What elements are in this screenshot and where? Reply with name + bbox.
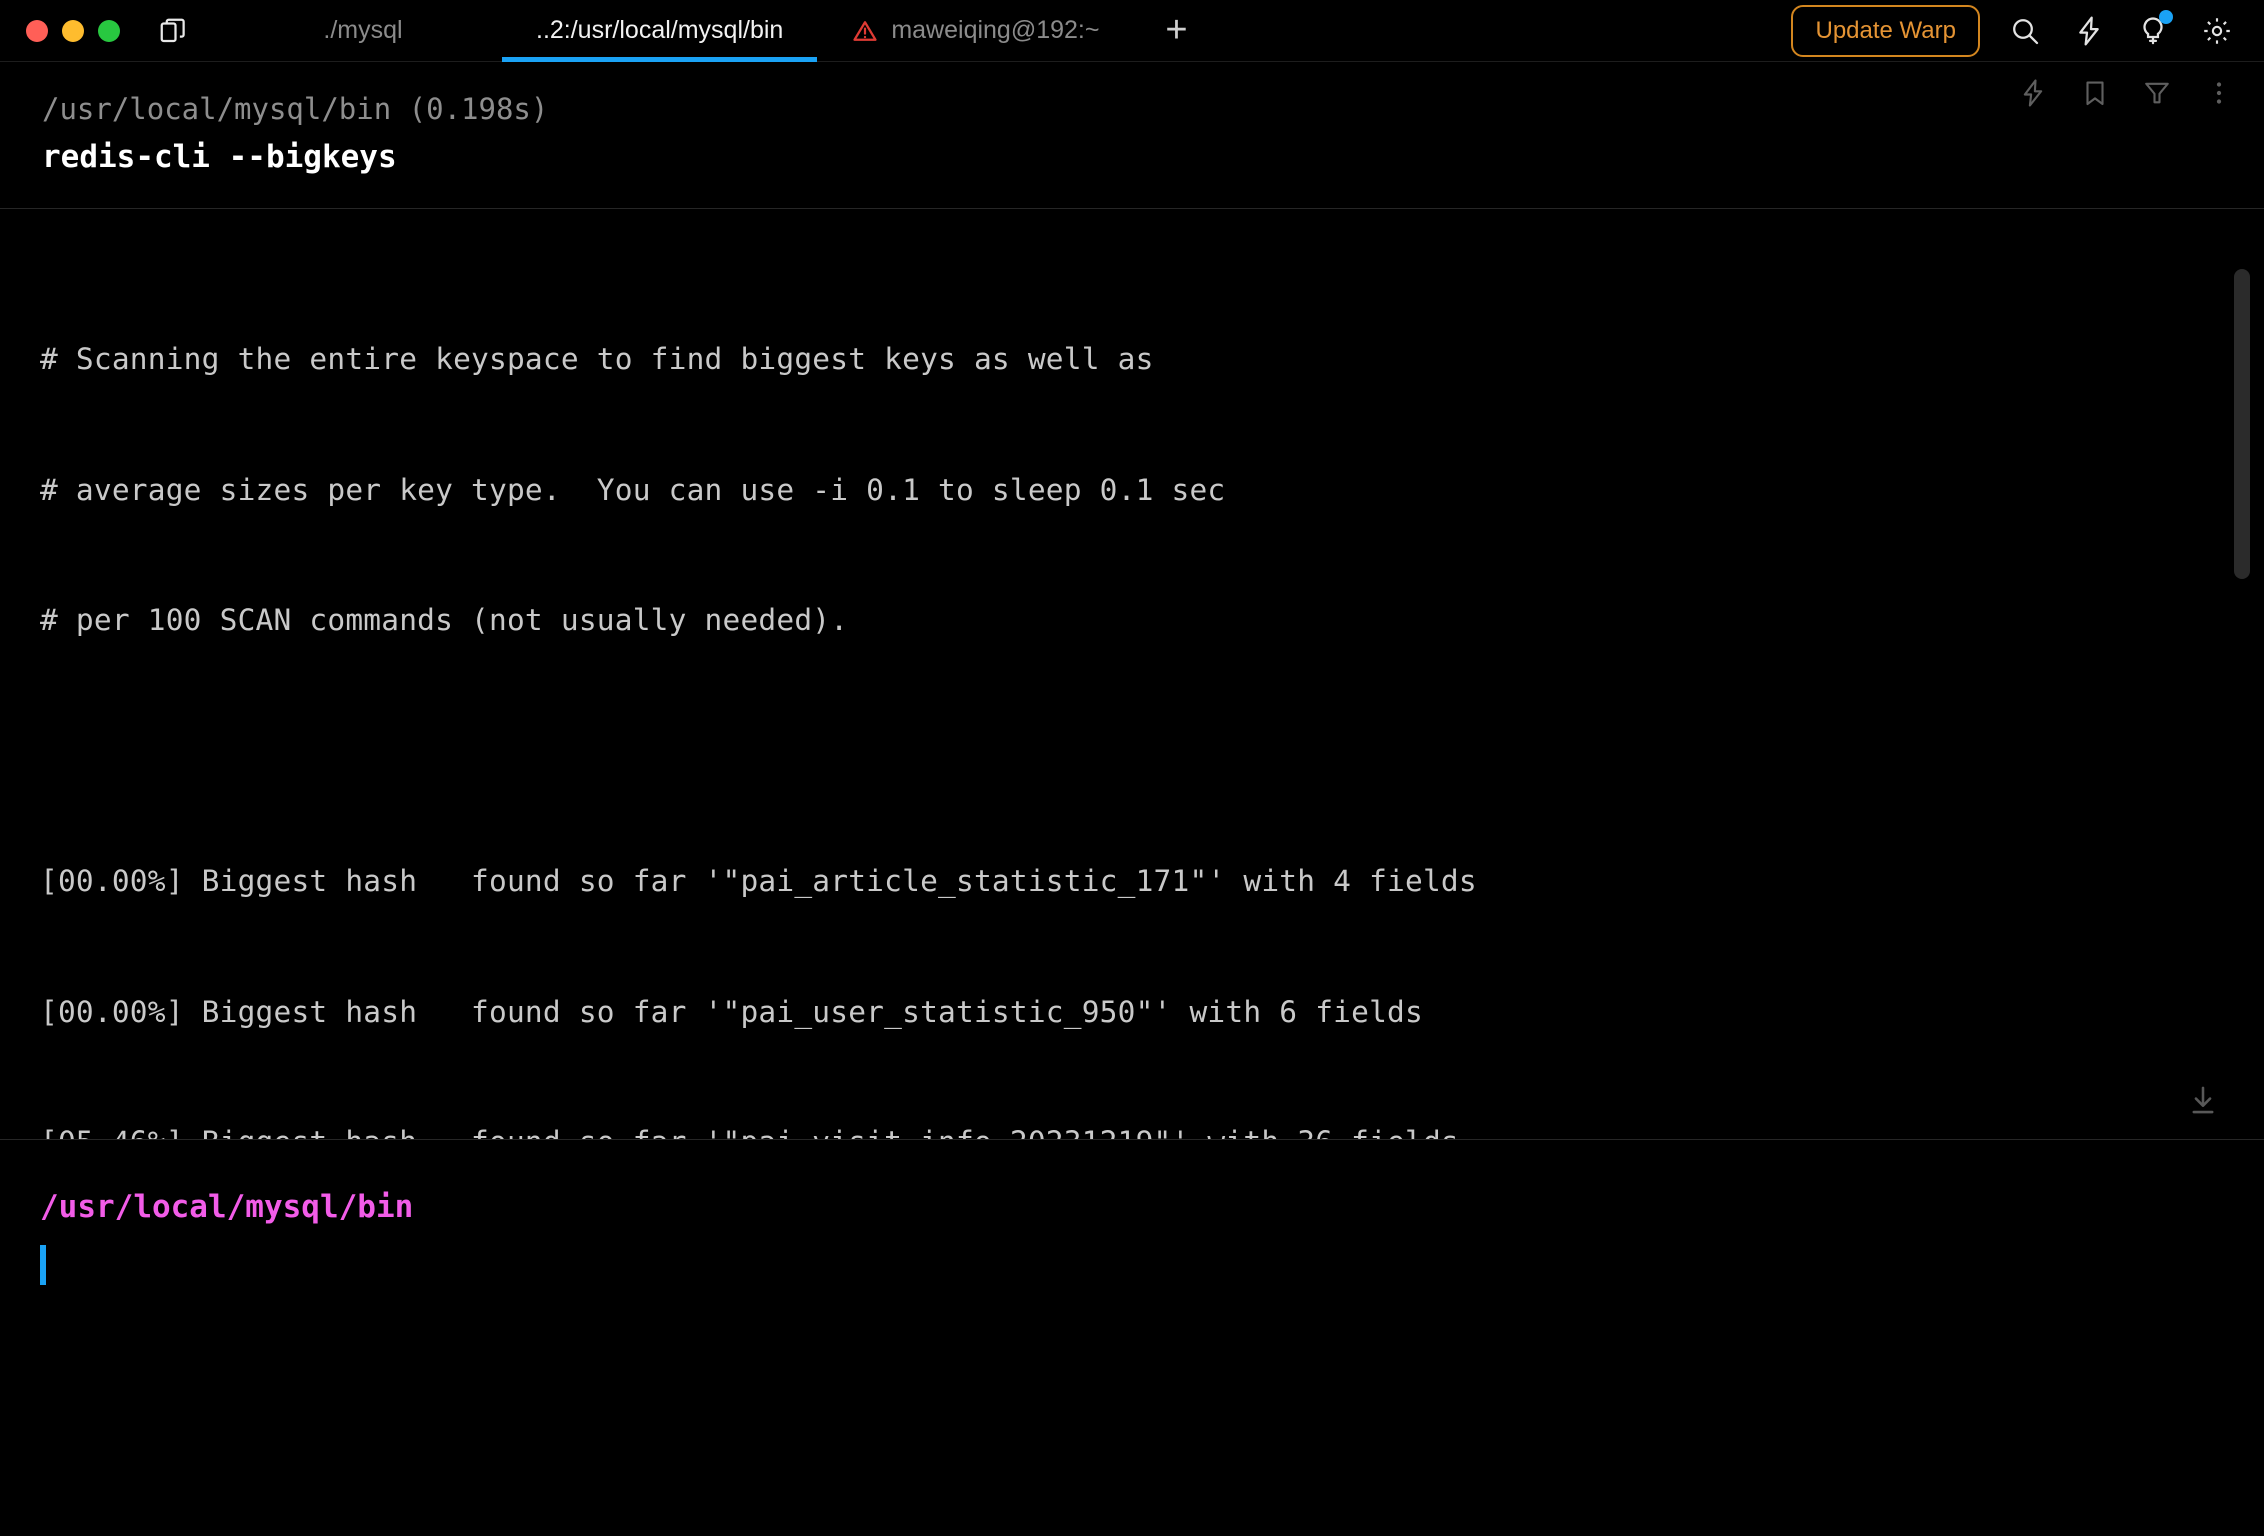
output-line: # average sizes per key type. You can us… <box>40 469 2264 513</box>
command-output-region: # Scanning the entire keyspace to find b… <box>0 209 2264 1139</box>
close-window-button[interactable] <box>26 20 48 42</box>
more-vertical-icon[interactable] <box>2204 78 2234 112</box>
tab-label: ./mysql <box>323 16 402 45</box>
output-line: # Scanning the entire keyspace to find b… <box>40 338 2264 382</box>
tab-mysql[interactable]: ./mysql <box>224 0 502 62</box>
lightbulb-icon[interactable] <box>2134 12 2172 50</box>
tab-label: ..2:/usr/local/mysql/bin <box>536 16 783 45</box>
title-bar: ./mysql ..2:/usr/local/mysql/bin maweiqi… <box>0 0 2264 62</box>
output-blank-line <box>40 730 2264 774</box>
tab-bar: ./mysql ..2:/usr/local/mysql/bin maweiqi… <box>224 0 1219 62</box>
bookmark-icon[interactable] <box>2080 78 2110 112</box>
lightning-icon[interactable] <box>2070 12 2108 50</box>
tab-label: maweiqing@192:~ <box>891 16 1099 45</box>
text-cursor <box>40 1245 46 1285</box>
tab-usr-local-mysql-bin[interactable]: ..2:/usr/local/mysql/bin <box>502 0 817 62</box>
vertical-scrollbar[interactable] <box>2234 269 2250 579</box>
command-output-text: # Scanning the entire keyspace to find b… <box>0 209 2264 1139</box>
new-tab-button[interactable]: + <box>1133 0 1219 62</box>
split-panes-icon[interactable] <box>152 12 194 50</box>
maximize-window-button[interactable] <box>98 20 120 42</box>
warning-triangle-icon <box>851 17 879 45</box>
output-line: [00.00%] Biggest hash found so far '"pai… <box>40 860 2264 904</box>
output-line: [05.46%] Biggest hash found so far '"pai… <box>40 1121 2264 1139</box>
notification-badge <box>2159 10 2173 24</box>
traffic-light-controls <box>0 20 138 42</box>
command-text[interactable]: redis-cli --bigkeys <box>0 135 2264 180</box>
command-block-header: /usr/local/mysql/bin (0.198s) redis-cli … <box>0 62 2264 209</box>
command-working-directory: /usr/local/mysql/bin (0.198s) <box>0 90 2264 129</box>
scroll-to-bottom-icon[interactable] <box>2180 1077 2226 1123</box>
warp-terminal-window: ./mysql ..2:/usr/local/mysql/bin maweiqi… <box>0 0 2264 1536</box>
minimize-window-button[interactable] <box>62 20 84 42</box>
titlebar-right-actions: Update Warp <box>1791 5 2264 57</box>
update-warp-button[interactable]: Update Warp <box>1791 5 1980 57</box>
command-block-actions <box>2018 78 2234 112</box>
gear-icon[interactable] <box>2198 12 2236 50</box>
shell-prompt[interactable]: /usr/local/mysql/bin <box>0 1140 2264 1287</box>
output-line: # per 100 SCAN commands (not usually nee… <box>40 599 2264 643</box>
output-line: [00.00%] Biggest hash found so far '"pai… <box>40 991 2264 1035</box>
update-warp-label: Update Warp <box>1815 17 1956 44</box>
search-icon[interactable] <box>2006 12 2044 50</box>
prompt-path: /usr/local/mysql/bin <box>40 1186 2264 1229</box>
tab-maweiqing-192[interactable]: maweiqing@192:~ <box>817 0 1133 62</box>
filter-icon[interactable] <box>2142 78 2172 112</box>
lightning-icon[interactable] <box>2018 78 2048 112</box>
plus-icon: + <box>1165 9 1187 52</box>
command-input-line[interactable] <box>40 1243 2264 1287</box>
